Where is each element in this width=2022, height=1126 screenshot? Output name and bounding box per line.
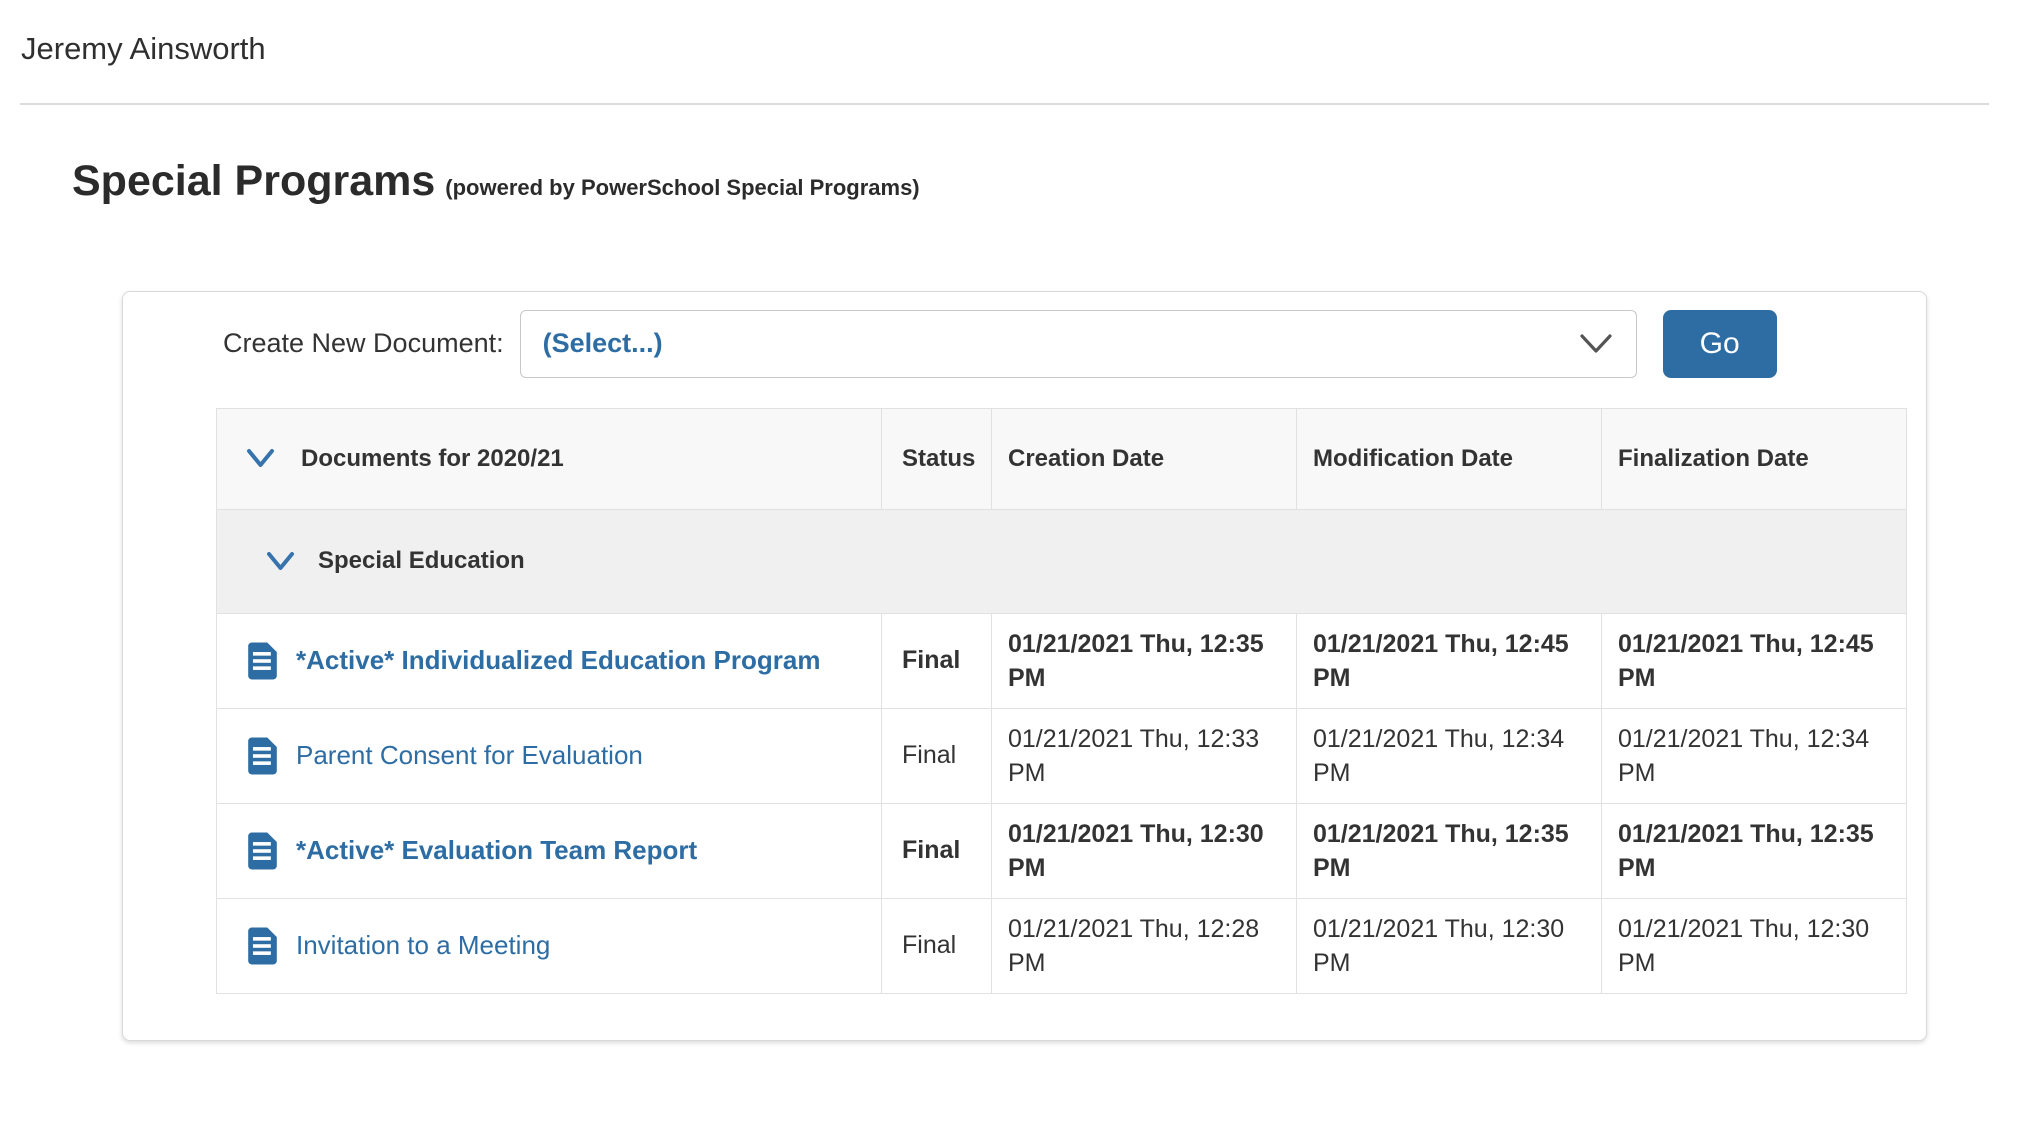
- documents-year-header: Documents for 2020/21: [301, 445, 564, 473]
- select-value: (Select...): [543, 328, 1578, 359]
- status-cell: Final: [882, 803, 992, 898]
- student-name: Jeremy Ainsworth: [21, 30, 2022, 67]
- creation-date-cell: 01/21/2021 Thu, 12:28 PM: [992, 898, 1297, 993]
- create-document-row: Create New Document: (Select...) Go: [223, 310, 1926, 378]
- special-programs-card: Create New Document: (Select...) Go: [122, 291, 1927, 1041]
- collapse-group-chevron-icon[interactable]: [265, 550, 296, 573]
- header-divider: [20, 103, 1989, 105]
- table-row: *Active* Evaluation Team Report Final 01…: [217, 803, 1907, 898]
- table-row: Invitation to a Meeting Final 01/21/2021…: [217, 898, 1907, 993]
- creation-date-cell: 01/21/2021 Thu, 12:33 PM: [992, 708, 1297, 803]
- document-link[interactable]: *Active* Individualized Education Progra…: [296, 645, 820, 676]
- collapse-year-chevron-icon[interactable]: [245, 447, 276, 470]
- status-cell: Final: [882, 613, 992, 708]
- column-header-status: Status: [882, 408, 992, 509]
- modification-date-cell: 01/21/2021 Thu, 12:45 PM: [1297, 613, 1602, 708]
- status-cell: Final: [882, 708, 992, 803]
- special-education-group-row: Special Education: [217, 509, 1907, 613]
- document-icon: [247, 641, 278, 681]
- creation-date-cell: 01/21/2021 Thu, 12:30 PM: [992, 803, 1297, 898]
- modification-date-cell: 01/21/2021 Thu, 12:35 PM: [1297, 803, 1602, 898]
- finalization-date-cell: 01/21/2021 Thu, 12:35 PM: [1602, 803, 1907, 898]
- status-cell: Final: [882, 898, 992, 993]
- document-link[interactable]: *Active* Evaluation Team Report: [296, 835, 697, 866]
- creation-date-cell: 01/21/2021 Thu, 12:35 PM: [992, 613, 1297, 708]
- document-link[interactable]: Invitation to a Meeting: [296, 930, 550, 961]
- table-row: Parent Consent for Evaluation Final 01/2…: [217, 708, 1907, 803]
- document-icon: [247, 736, 278, 776]
- column-header-finalization-date: Finalization Date: [1602, 408, 1907, 509]
- document-icon: [247, 831, 278, 871]
- document-link[interactable]: Parent Consent for Evaluation: [296, 740, 643, 771]
- page-subtitle: (powered by PowerSchool Special Programs…: [445, 175, 919, 201]
- modification-date-cell: 01/21/2021 Thu, 12:34 PM: [1297, 708, 1602, 803]
- column-header-creation-date: Creation Date: [992, 408, 1297, 509]
- table-row: *Active* Individualized Education Progra…: [217, 613, 1907, 708]
- page-header: Jeremy Ainsworth: [0, 0, 2022, 67]
- finalization-date-cell: 01/21/2021 Thu, 12:34 PM: [1602, 708, 1907, 803]
- create-document-select[interactable]: (Select...): [520, 310, 1637, 378]
- modification-date-cell: 01/21/2021 Thu, 12:30 PM: [1297, 898, 1602, 993]
- document-icon: [247, 926, 278, 966]
- documents-table: Documents for 2020/21 Status Creation Da…: [216, 408, 1907, 994]
- chevron-down-icon: [1578, 332, 1614, 356]
- table-header-row: Documents for 2020/21 Status Creation Da…: [217, 408, 1907, 509]
- page-title: Special Programs: [72, 157, 435, 206]
- group-label: Special Education: [318, 547, 525, 575]
- go-button[interactable]: Go: [1663, 310, 1777, 378]
- section-title-row: Special Programs (powered by PowerSchool…: [72, 157, 2022, 206]
- finalization-date-cell: 01/21/2021 Thu, 12:45 PM: [1602, 613, 1907, 708]
- create-document-label: Create New Document:: [223, 328, 504, 359]
- finalization-date-cell: 01/21/2021 Thu, 12:30 PM: [1602, 898, 1907, 993]
- column-header-modification-date: Modification Date: [1297, 408, 1602, 509]
